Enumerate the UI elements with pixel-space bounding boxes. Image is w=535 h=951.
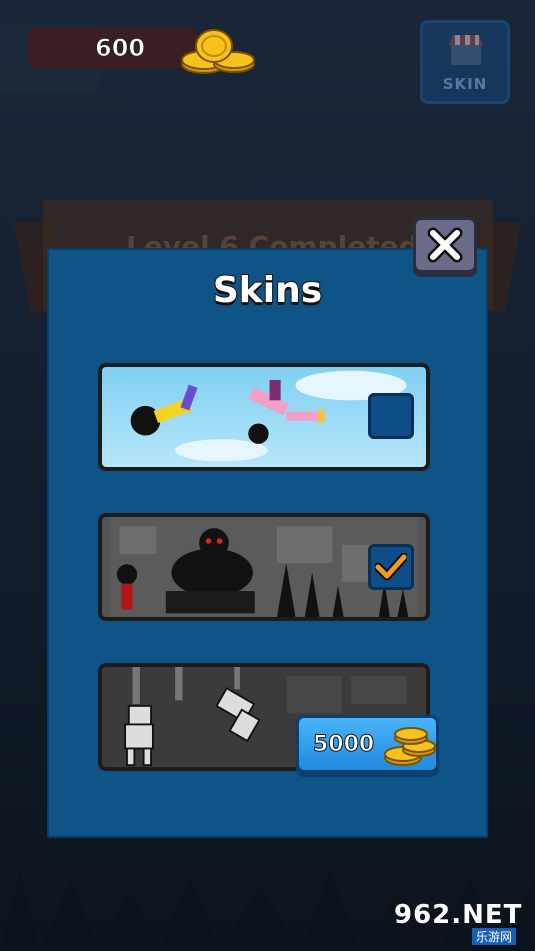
skin-select-checkbox[interactable] [368, 393, 414, 439]
close-button[interactable] [413, 217, 477, 273]
skin-select-checkbox-checked[interactable] [368, 544, 414, 590]
site-watermark: 962.NET 乐游网 [394, 898, 530, 946]
checkmark-icon [375, 553, 407, 581]
skin-button-label: SKIN [442, 75, 488, 93]
close-x-icon [427, 227, 463, 263]
buy-skin-button[interactable]: 5000 [296, 715, 439, 773]
skin-shop-button[interactable]: SKIN [420, 20, 510, 104]
coin-stack-icon [181, 29, 255, 74]
watermark-brand: 962.NET [394, 900, 523, 930]
coin-stack-icon [384, 727, 436, 766]
shop-icon [449, 35, 483, 65]
watermark-sub: 乐游网 [472, 928, 517, 945]
modal-title: Skins [212, 269, 323, 312]
coin-amount: 600 [94, 34, 146, 63]
skin-price: 5000 [312, 732, 375, 758]
